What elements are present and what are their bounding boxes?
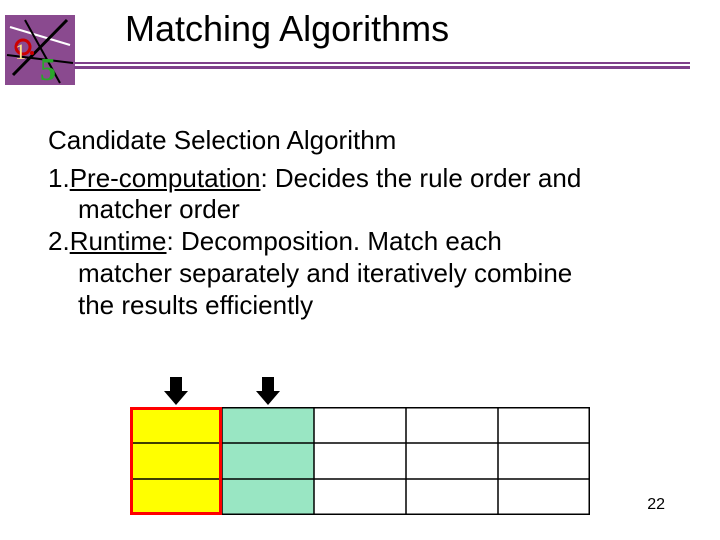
item-continuation: matcher separately and iteratively combi… (48, 258, 678, 290)
item-number: 1. (48, 163, 70, 193)
slide: 1 5 Matching Algorithms Candidate Select… (0, 0, 720, 540)
slide-title: Matching Algorithms (125, 8, 449, 50)
item-text: : Decides the rule order and (260, 163, 581, 193)
arrows-group (130, 377, 590, 407)
item-continuation: matcher order (48, 194, 678, 226)
arrow-down-icon (256, 377, 280, 405)
grid-table (130, 407, 590, 515)
list-item: 1.Pre-computation: Decides the rule orde… (48, 163, 678, 195)
arrow-down-icon (164, 377, 188, 405)
svg-text:5: 5 (40, 51, 56, 85)
item-text: : Decomposition. Match each (167, 226, 502, 256)
svg-text:1: 1 (15, 39, 26, 64)
logo-icon: 1 5 (5, 15, 75, 85)
item-term: Pre-computation (70, 163, 261, 193)
title-underline-thin (74, 62, 690, 64)
list-item: 2.Runtime: Decomposition. Match each (48, 226, 678, 258)
page-number: 22 (647, 496, 665, 514)
item-continuation: the results efficiently (48, 290, 678, 322)
body-text: Candidate Selection Algorithm 1.Pre-comp… (48, 125, 678, 321)
title-underline-thick (74, 66, 690, 69)
algorithm-subtitle: Candidate Selection Algorithm (48, 125, 678, 157)
item-number: 2. (48, 226, 70, 256)
item-term: Runtime (70, 226, 167, 256)
